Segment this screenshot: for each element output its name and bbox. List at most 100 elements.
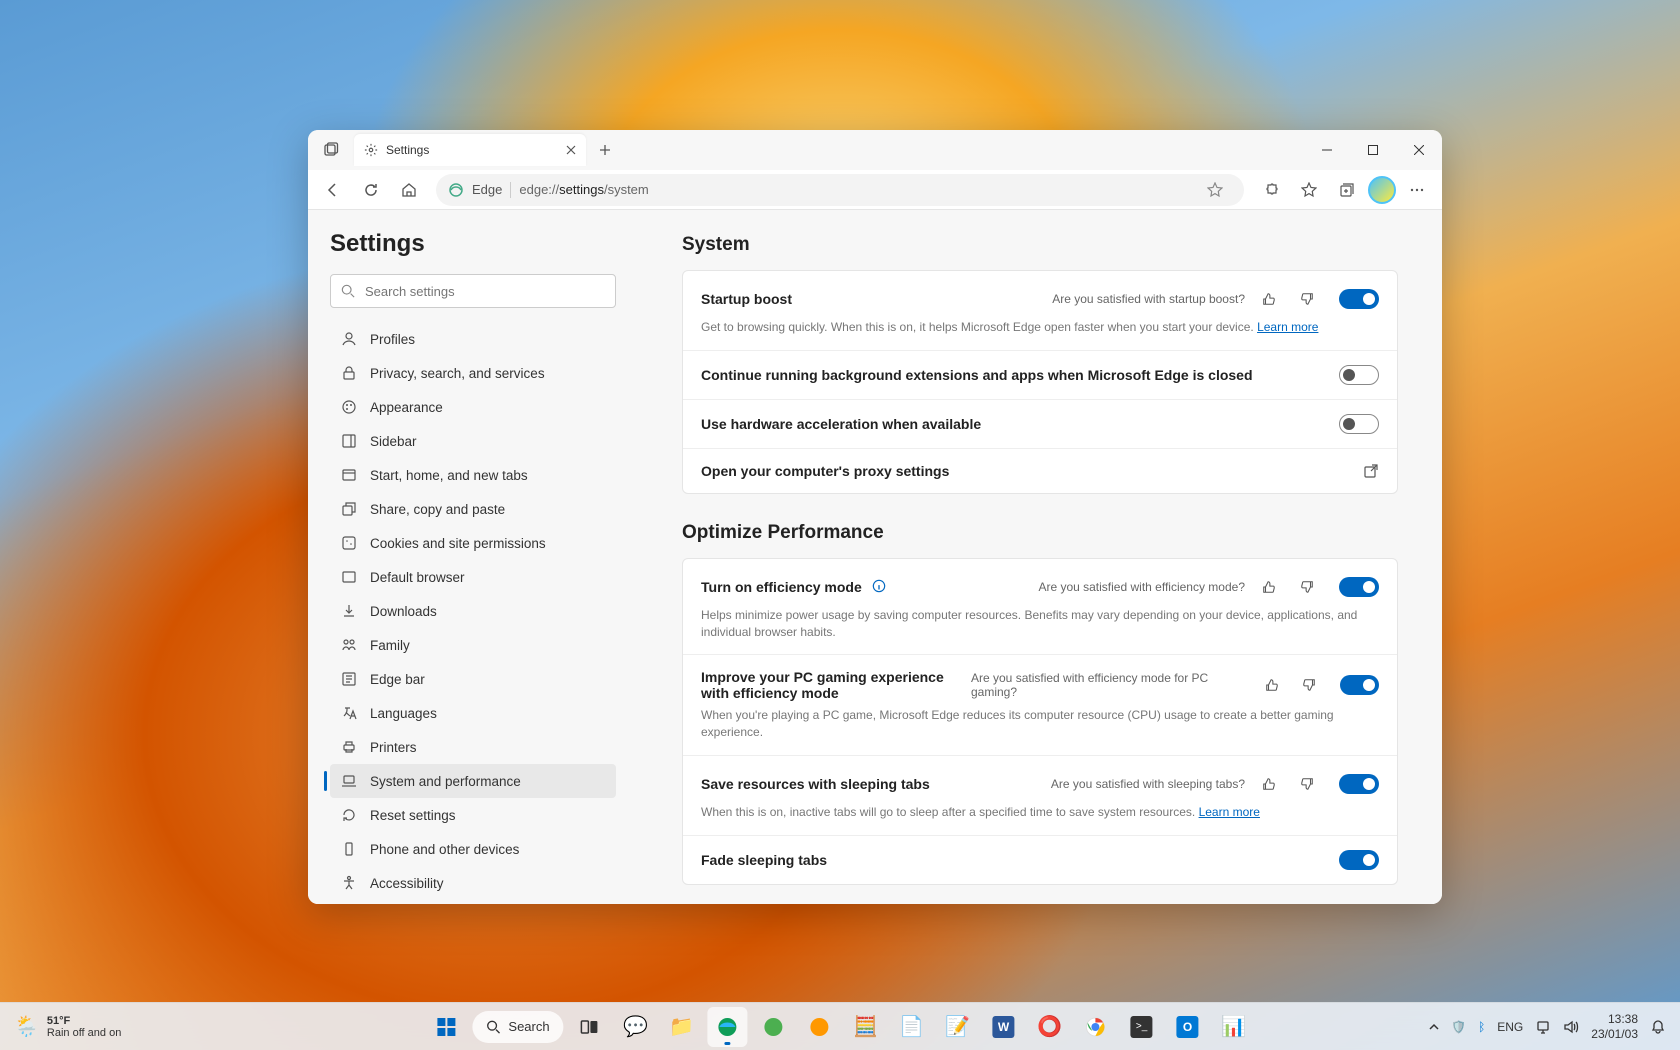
fade-title: Fade sleeping tabs (701, 852, 827, 868)
menu-button[interactable] (1400, 173, 1434, 207)
taskbar-app[interactable]: 📊 (1214, 1007, 1254, 1047)
address-label: Edge (472, 182, 502, 197)
bg-ext-title: Continue running background extensions a… (701, 367, 1253, 383)
tray-notification-button[interactable] (1650, 1019, 1666, 1035)
nav-share[interactable]: Share, copy and paste (330, 492, 616, 526)
close-tab-button[interactable] (566, 145, 576, 155)
minimize-button[interactable] (1304, 130, 1350, 170)
taskbar-app-outlook[interactable]: O (1168, 1007, 1208, 1047)
tray-volume-icon[interactable] (1563, 1019, 1579, 1035)
tray-chevron-button[interactable] (1429, 1022, 1439, 1032)
nav-start[interactable]: Start, home, and new tabs (330, 458, 616, 492)
nav-printers[interactable]: Printers (330, 730, 616, 764)
nav-downloads[interactable]: Downloads (330, 594, 616, 628)
settings-main[interactable]: System Startup boost Are you satisfied w… (638, 210, 1442, 904)
thumbs-up-button[interactable] (1258, 671, 1285, 699)
cookie-icon (340, 534, 358, 552)
startup-boost-learn-more[interactable]: Learn more (1257, 320, 1318, 334)
bg-ext-toggle[interactable] (1339, 365, 1379, 385)
nav-system-performance[interactable]: System and performance (330, 764, 616, 798)
close-window-button[interactable] (1396, 130, 1442, 170)
back-button[interactable] (316, 173, 350, 207)
download-icon (340, 602, 358, 620)
tab-actions-icon (323, 142, 339, 158)
nav-cookies[interactable]: Cookies and site permissions (330, 526, 616, 560)
thumbs-up-button[interactable] (1255, 770, 1283, 798)
sleeping-learn-more[interactable]: Learn more (1199, 805, 1260, 819)
favorite-button[interactable] (1198, 173, 1232, 207)
search-input[interactable] (365, 284, 605, 299)
nav-profiles[interactable]: Profiles (330, 322, 616, 356)
external-link-button[interactable] (1363, 463, 1379, 479)
taskbar-app-calculator[interactable]: 🧮 (846, 1007, 886, 1047)
hw-accel-toggle[interactable] (1339, 414, 1379, 434)
thumbs-down-button[interactable] (1293, 285, 1321, 313)
thumbs-down-button[interactable] (1293, 573, 1321, 601)
profile-avatar[interactable] (1368, 176, 1396, 204)
close-icon (1414, 145, 1424, 155)
thumbs-down-button[interactable] (1295, 671, 1322, 699)
taskbar-app-explorer[interactable]: 📁 (662, 1007, 702, 1047)
taskbar-app-edge-dev[interactable] (754, 1007, 794, 1047)
efficiency-toggle[interactable] (1339, 577, 1379, 597)
tray-bluetooth-icon[interactable]: ᛒ (1478, 1020, 1485, 1034)
taskbar-center: Search 💬 📁 🧮 📄 📝 W ⭕ >_ O 📊 (426, 1007, 1253, 1047)
close-icon (566, 145, 576, 155)
favorites-button[interactable] (1292, 173, 1326, 207)
task-view-button[interactable] (570, 1007, 610, 1047)
nav-default-browser[interactable]: Default browser (330, 560, 616, 594)
maximize-button[interactable] (1350, 130, 1396, 170)
nav-reset[interactable]: Reset settings (330, 798, 616, 832)
thumbs-up-button[interactable] (1255, 573, 1283, 601)
taskbar-app-edge-beta[interactable] (800, 1007, 840, 1047)
taskbar-app[interactable]: ⭕ (1030, 1007, 1070, 1047)
taskbar-app-word[interactable]: W (984, 1007, 1024, 1047)
nav-about[interactable]: About Microsoft Edge (330, 900, 616, 904)
efficiency-info-button[interactable] (872, 579, 888, 595)
gaming-title: Improve your PC gaming experience with e… (701, 669, 961, 701)
nav-sidebar[interactable]: Sidebar (330, 424, 616, 458)
nav-privacy[interactable]: Privacy, search, and services (330, 356, 616, 390)
row-gaming: Improve your PC gaming experience with e… (683, 655, 1397, 756)
taskbar-search[interactable]: Search (472, 1011, 563, 1043)
tray-security-icon[interactable]: 🛡️ (1451, 1020, 1466, 1034)
row-proxy[interactable]: Open your computer's proxy settings (683, 449, 1397, 493)
taskbar-clock[interactable]: 13:38 23/01/03 (1591, 1012, 1638, 1041)
home-button[interactable] (392, 173, 426, 207)
startup-boost-toggle[interactable] (1339, 289, 1379, 309)
nav-languages[interactable]: Languages (330, 696, 616, 730)
start-button[interactable] (426, 1007, 466, 1047)
taskbar-app-teams[interactable]: 💬 (616, 1007, 656, 1047)
tab-actions-button[interactable] (314, 133, 348, 167)
extensions-button[interactable] (1254, 173, 1288, 207)
weather-widget[interactable]: 🌦️ 51°F Rain off and on (14, 1014, 121, 1039)
address-bar[interactable]: Edge edge://settings/system (436, 174, 1244, 206)
refresh-button[interactable] (354, 173, 388, 207)
taskbar-app-chrome[interactable] (1076, 1007, 1116, 1047)
nav-appearance[interactable]: Appearance (330, 390, 616, 424)
bell-icon (1650, 1019, 1666, 1035)
row-fade: Fade sleeping tabs (683, 836, 1397, 884)
taskbar-app-edge[interactable] (708, 1007, 748, 1047)
taskbar-app-notepad[interactable]: 📄 (892, 1007, 932, 1047)
gaming-desc: When you're playing a PC game, Microsoft… (701, 707, 1379, 741)
nav-phone[interactable]: Phone and other devices (330, 832, 616, 866)
address-url: edge://settings/system (519, 182, 648, 197)
thumbs-down-icon (1300, 777, 1314, 791)
taskbar-app-terminal[interactable]: >_ (1122, 1007, 1162, 1047)
gaming-toggle[interactable] (1340, 675, 1379, 695)
settings-search[interactable] (330, 274, 616, 308)
thumbs-up-button[interactable] (1255, 285, 1283, 313)
thumbs-down-button[interactable] (1293, 770, 1321, 798)
sleeping-toggle[interactable] (1339, 774, 1379, 794)
browser-tab[interactable]: Settings (354, 134, 586, 166)
new-tab-button[interactable] (590, 135, 620, 165)
nav-accessibility[interactable]: Accessibility (330, 866, 616, 900)
nav-family[interactable]: Family (330, 628, 616, 662)
tray-network-icon[interactable] (1535, 1019, 1551, 1035)
collections-button[interactable] (1330, 173, 1364, 207)
nav-edge-bar[interactable]: Edge bar (330, 662, 616, 696)
language-indicator[interactable]: ENG (1497, 1020, 1523, 1034)
fade-toggle[interactable] (1339, 850, 1379, 870)
taskbar-app-sticky[interactable]: 📝 (938, 1007, 978, 1047)
